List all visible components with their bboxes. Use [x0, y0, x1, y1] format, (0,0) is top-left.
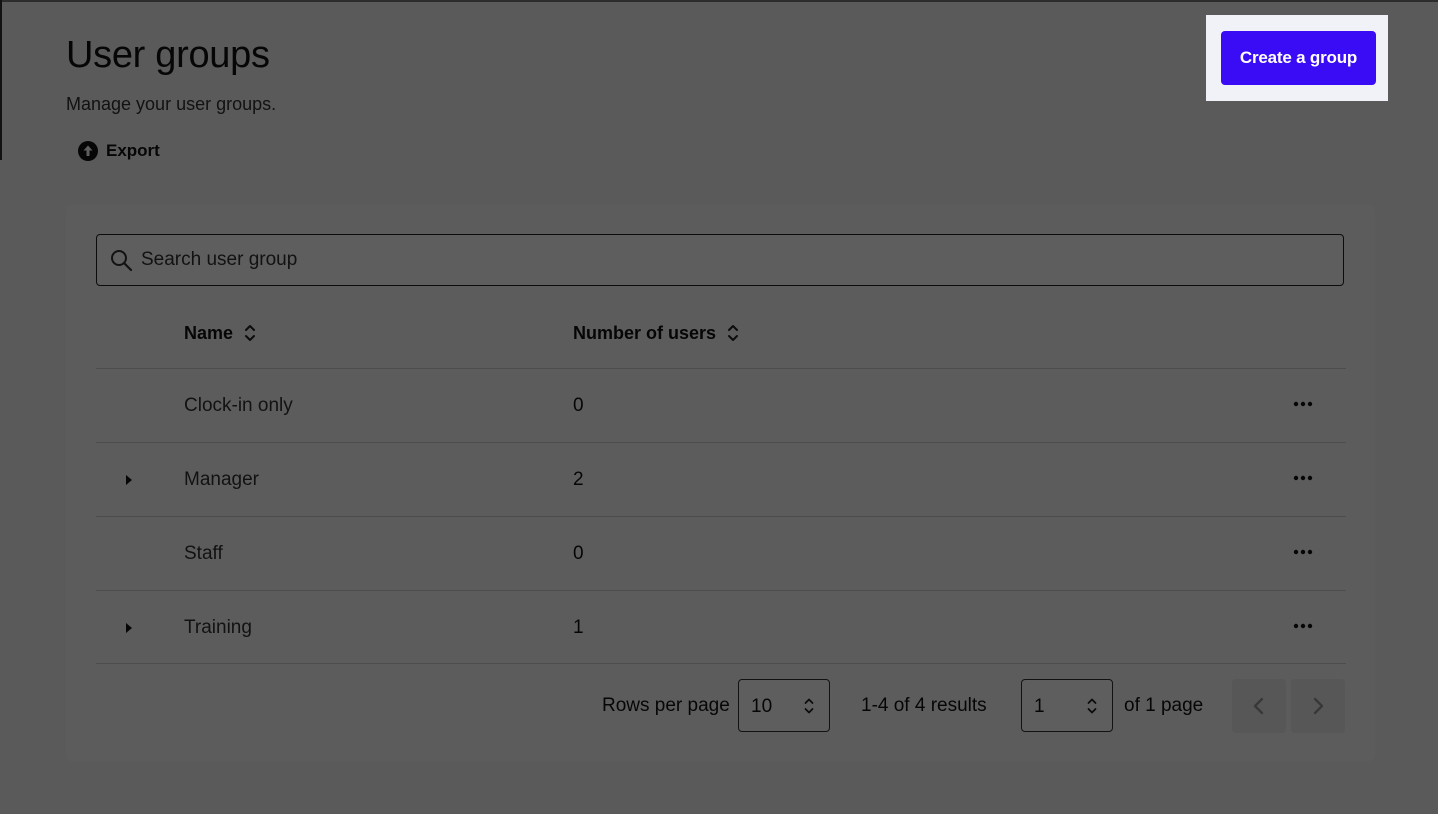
column-header-users[interactable]: Number of users [573, 322, 740, 344]
more-horizontal-icon[interactable] [1292, 399, 1314, 409]
more-horizontal-icon[interactable] [1292, 473, 1314, 483]
page-select[interactable]: 1 [1021, 679, 1113, 732]
page-title: User groups [66, 34, 270, 76]
prev-page-button[interactable] [1232, 679, 1286, 733]
user-count: 0 [573, 543, 584, 564]
chevron-updown-icon [804, 698, 814, 714]
caret-right-icon[interactable] [124, 474, 134, 486]
page-value: 1 [1034, 696, 1045, 717]
upload-circle-icon [78, 141, 98, 161]
chevron-left-icon [1253, 697, 1264, 715]
group-name: Training [184, 617, 252, 638]
sort-icon [245, 325, 256, 341]
rows-per-page-value: 10 [751, 696, 773, 717]
window-top-edge [0, 0, 1438, 2]
search-icon [111, 250, 133, 272]
window-left-edge [0, 0, 2, 160]
table-row[interactable]: Training 1 [96, 590, 1346, 664]
page-subtitle: Manage your user groups. [66, 94, 277, 114]
column-header-name[interactable]: Name [184, 322, 257, 344]
user-count: 2 [573, 469, 584, 490]
column-header-name-label: Name [184, 322, 234, 343]
user-groups-page: User groups Manage your user groups. Exp… [0, 0, 1438, 814]
group-name: Clock-in only [184, 395, 293, 416]
column-header-users-label: Number of users [573, 322, 717, 343]
rows-per-page-label: Rows per page [602, 695, 730, 716]
table-row[interactable]: Staff 0 [96, 516, 1346, 590]
search-input[interactable] [141, 235, 1331, 285]
chevron-right-icon [1313, 697, 1324, 715]
sort-icon [728, 325, 739, 341]
group-name: Manager [184, 469, 259, 490]
create-group-button[interactable]: Create a group [1221, 31, 1376, 85]
search-box [96, 234, 1344, 286]
more-horizontal-icon[interactable] [1292, 621, 1314, 631]
spotlight-highlight: Create a group [1206, 15, 1388, 101]
page-total: of 1 page [1124, 695, 1204, 716]
group-name: Staff [184, 543, 223, 564]
user-count: 1 [573, 617, 584, 638]
caret-right-icon[interactable] [124, 622, 134, 634]
table-row[interactable]: Manager 2 [96, 442, 1346, 516]
export-button[interactable]: Export [78, 141, 160, 161]
rows-per-page-select[interactable]: 10 [738, 679, 830, 732]
results-summary: 1-4 of 4 results [861, 695, 987, 716]
export-label: Export [106, 141, 160, 160]
table-row[interactable]: Clock-in only 0 [96, 368, 1346, 442]
chevron-updown-icon [1087, 698, 1097, 714]
more-horizontal-icon[interactable] [1292, 547, 1314, 557]
user-count: 0 [573, 395, 584, 416]
next-page-button[interactable] [1291, 679, 1345, 733]
